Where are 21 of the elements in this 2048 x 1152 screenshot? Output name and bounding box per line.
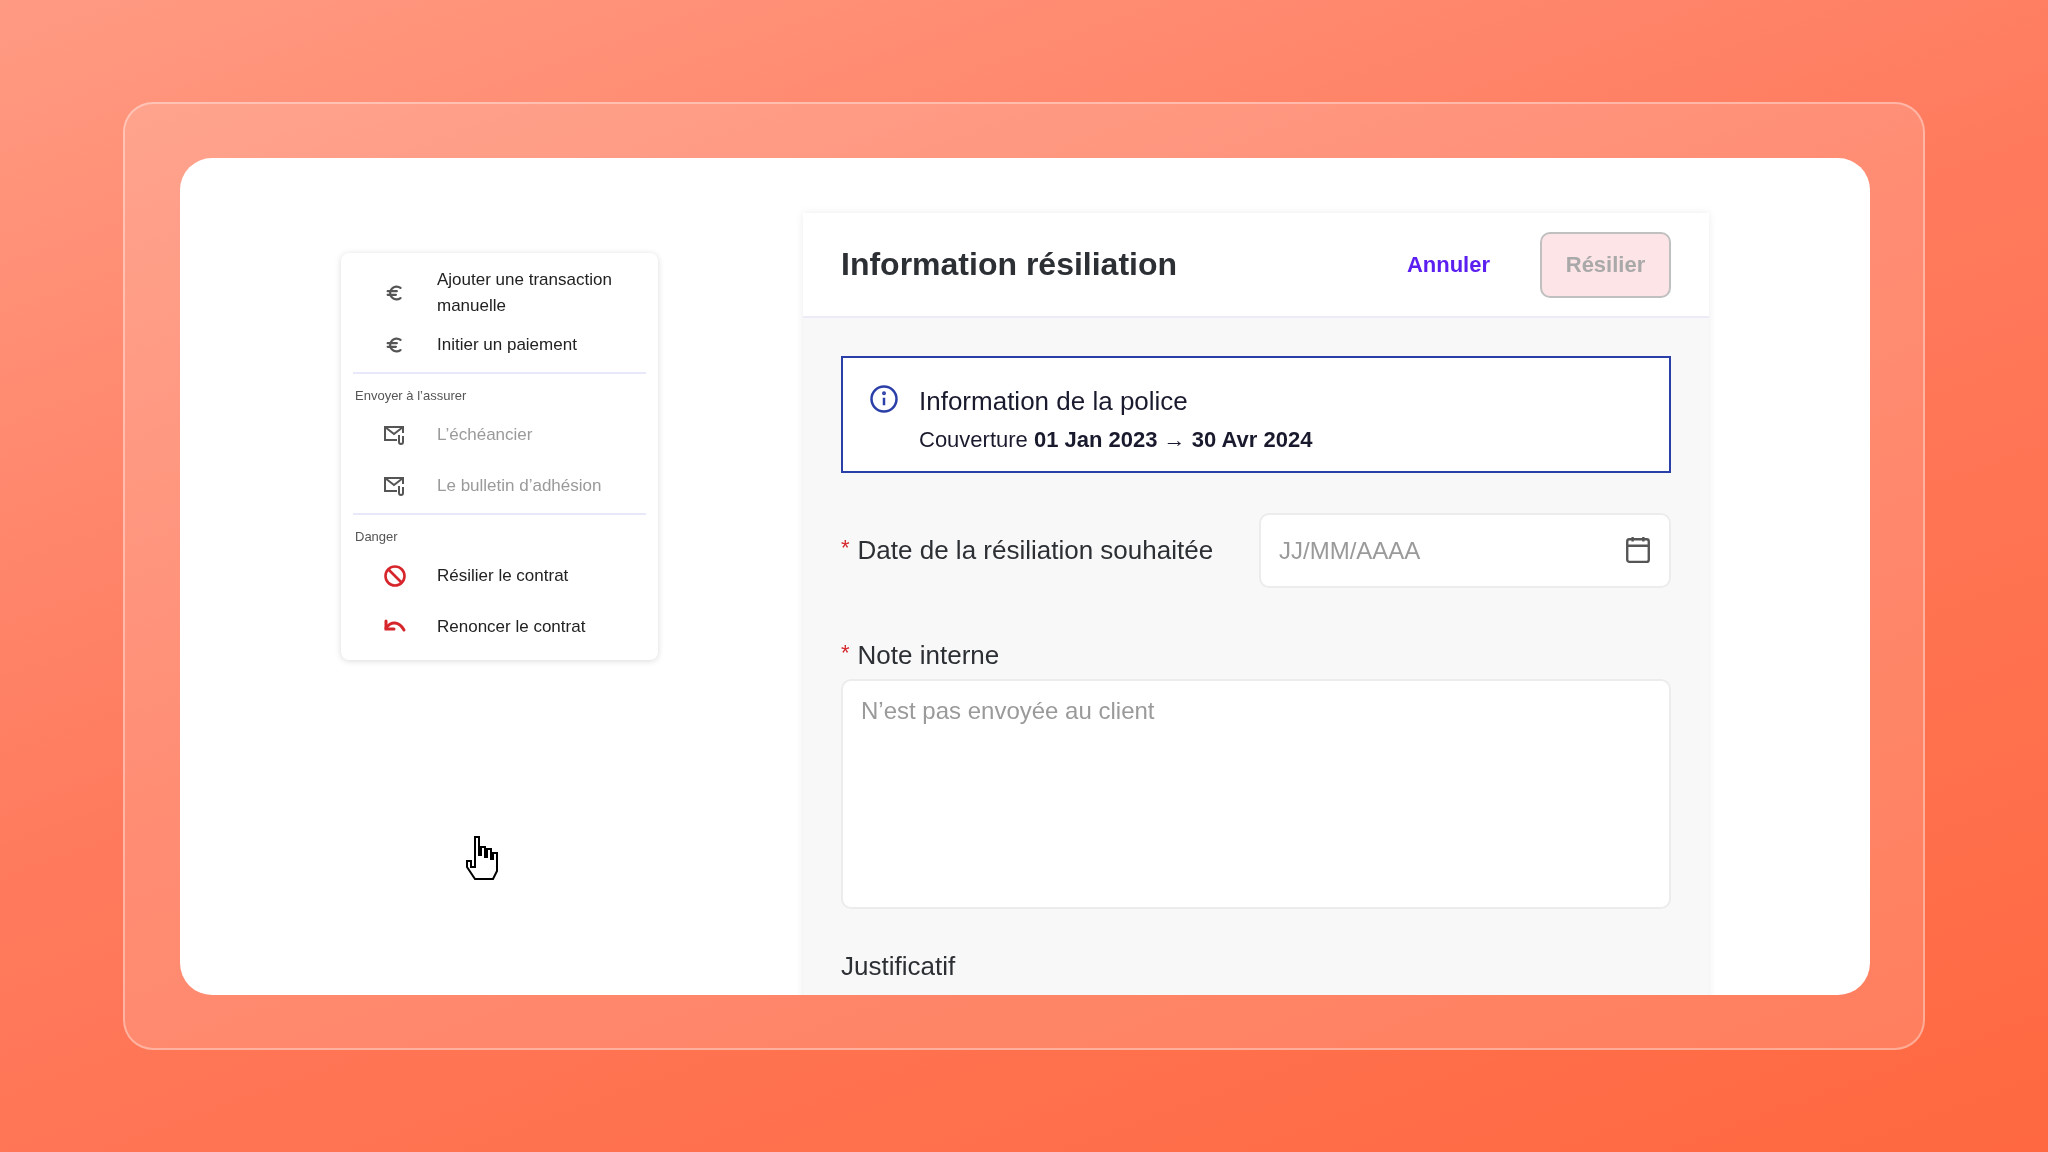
field-label: Justificatif <box>841 951 956 982</box>
coverage-text: Couverture 01 Jan 2023 → 30 Avr 2024 <box>919 427 1313 453</box>
menu-item[interactable]: Résilier le contrat <box>353 550 646 601</box>
menu-item[interactable]: Ajouter une transaction manuelle <box>353 267 646 319</box>
required-asterisk: * <box>841 640 850 667</box>
info-title: Information de la police <box>919 386 1189 417</box>
note-field[interactable]: N’est pas envoyée au client <box>841 679 1671 909</box>
hand-cursor-icon <box>463 835 501 883</box>
forbidden-icon <box>383 563 407 588</box>
cancel-link[interactable]: Annuler <box>1400 250 1496 279</box>
calendar-icon <box>1625 536 1651 564</box>
menu-section-heading: Envoyer à l’assurer <box>354 387 468 405</box>
menu-section-heading: Danger <box>354 528 399 546</box>
field-label: Note interne <box>857 640 1000 671</box>
info-icon <box>869 384 899 414</box>
panel-title: Information résiliation <box>841 246 1178 283</box>
menu-item[interactable]: Renoncer le contrat <box>353 601 646 652</box>
menu-item[interactable]: Initier un paiement <box>353 319 646 370</box>
date-field[interactable]: JJ/MM/AAAA <box>1259 513 1671 588</box>
required-asterisk: * <box>841 535 850 562</box>
field-label: Date de la résiliation souhaitée <box>857 535 1214 566</box>
